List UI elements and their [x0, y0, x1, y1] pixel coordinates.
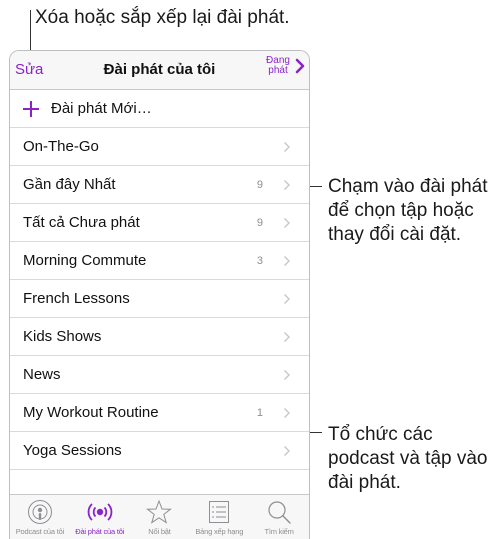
- star-icon: [146, 499, 173, 524]
- station-list: Đài phát Mới… On-The-Go Gần đây Nhất 9 Tất …: [10, 90, 309, 470]
- tab-bar: Podcast của tôi Đài phát của tôi Nổi bật: [10, 494, 309, 539]
- chevron-right-icon: [284, 446, 290, 456]
- phone-screen: Sửa Đài phát của tôi Đang phát Đài phát …: [9, 50, 310, 539]
- stations-icon: [87, 503, 112, 521]
- station-name: Gần đây Nhất: [23, 176, 116, 193]
- tab-label: Đài phát của tôi: [75, 527, 125, 536]
- list-icon: [209, 501, 230, 523]
- station-name: My Workout Routine: [23, 404, 159, 421]
- tab-top-charts[interactable]: Bảng xếp hạng: [189, 495, 249, 539]
- now-playing-button[interactable]: Đang phát: [263, 56, 305, 76]
- station-row[interactable]: Yoga Sessions: [10, 432, 309, 470]
- tab-featured[interactable]: Nổi bật: [130, 495, 190, 539]
- chevron-right-icon: [284, 294, 290, 304]
- tab-label: Podcast của tôi: [15, 527, 65, 536]
- chevron-right-icon: [284, 180, 290, 190]
- now-playing-line2: phát: [268, 65, 288, 76]
- station-row[interactable]: French Lessons: [10, 280, 309, 318]
- podcast-icon: [27, 500, 52, 524]
- station-name: News: [23, 366, 61, 383]
- station-row[interactable]: Kids Shows: [10, 318, 309, 356]
- chevron-right-icon: [284, 408, 290, 418]
- episode-count: 1: [256, 406, 263, 419]
- chevron-right-icon: [284, 332, 290, 342]
- station-name: Morning Commute: [23, 252, 147, 269]
- station-row[interactable]: Morning Commute 3: [10, 242, 309, 280]
- station-name: Kids Shows: [23, 328, 102, 345]
- station-name: Yoga Sessions: [23, 442, 122, 459]
- station-row[interactable]: My Workout Routine 1: [10, 394, 309, 432]
- callout-edit: Xóa hoặc sắp xếp lại đài phát.: [35, 7, 290, 28]
- chevron-right-icon: [295, 58, 305, 74]
- tab-my-podcasts[interactable]: Podcast của tôi: [10, 495, 70, 539]
- now-playing-label: Đang phát: [263, 56, 293, 76]
- station-row[interactable]: Gần đây Nhất 9: [10, 166, 309, 204]
- station-name: French Lessons: [23, 290, 130, 307]
- chevron-right-icon: [284, 142, 290, 152]
- chevron-right-icon: [284, 218, 290, 228]
- new-station-button[interactable]: Đài phát Mới…: [10, 90, 309, 128]
- search-icon: [268, 501, 291, 524]
- station-row[interactable]: News: [10, 356, 309, 394]
- plus-icon: [22, 100, 40, 118]
- chevron-right-icon: [284, 370, 290, 380]
- callout-organize: Tổ chức các podcast và tập vào đài phát.: [328, 424, 488, 493]
- episode-count: 9: [256, 178, 263, 191]
- new-station-label: Đài phát Mới…: [51, 100, 152, 117]
- station-row[interactable]: Tất cả Chưa phát 9: [10, 204, 309, 242]
- navigation-bar: Sửa Đài phát của tôi Đang phát: [10, 51, 309, 90]
- station-row[interactable]: On-The-Go: [10, 128, 309, 166]
- tab-my-stations[interactable]: Đài phát của tôi: [70, 495, 130, 539]
- tab-search[interactable]: Tìm kiếm: [249, 495, 309, 539]
- episode-count: 9: [256, 216, 263, 229]
- tab-label: Tìm kiếm: [264, 527, 294, 536]
- episode-count: 3: [256, 254, 263, 267]
- chevron-right-icon: [284, 256, 290, 266]
- callout-tap-station: Chạm vào đài phát để chọn tập hoặc thay …: [328, 176, 488, 245]
- station-name: Tất cả Chưa phát: [23, 214, 140, 231]
- tab-label: Bảng xếp hạng: [195, 527, 244, 536]
- station-name: On-The-Go: [23, 138, 99, 155]
- tab-label: Nổi bật: [148, 527, 171, 536]
